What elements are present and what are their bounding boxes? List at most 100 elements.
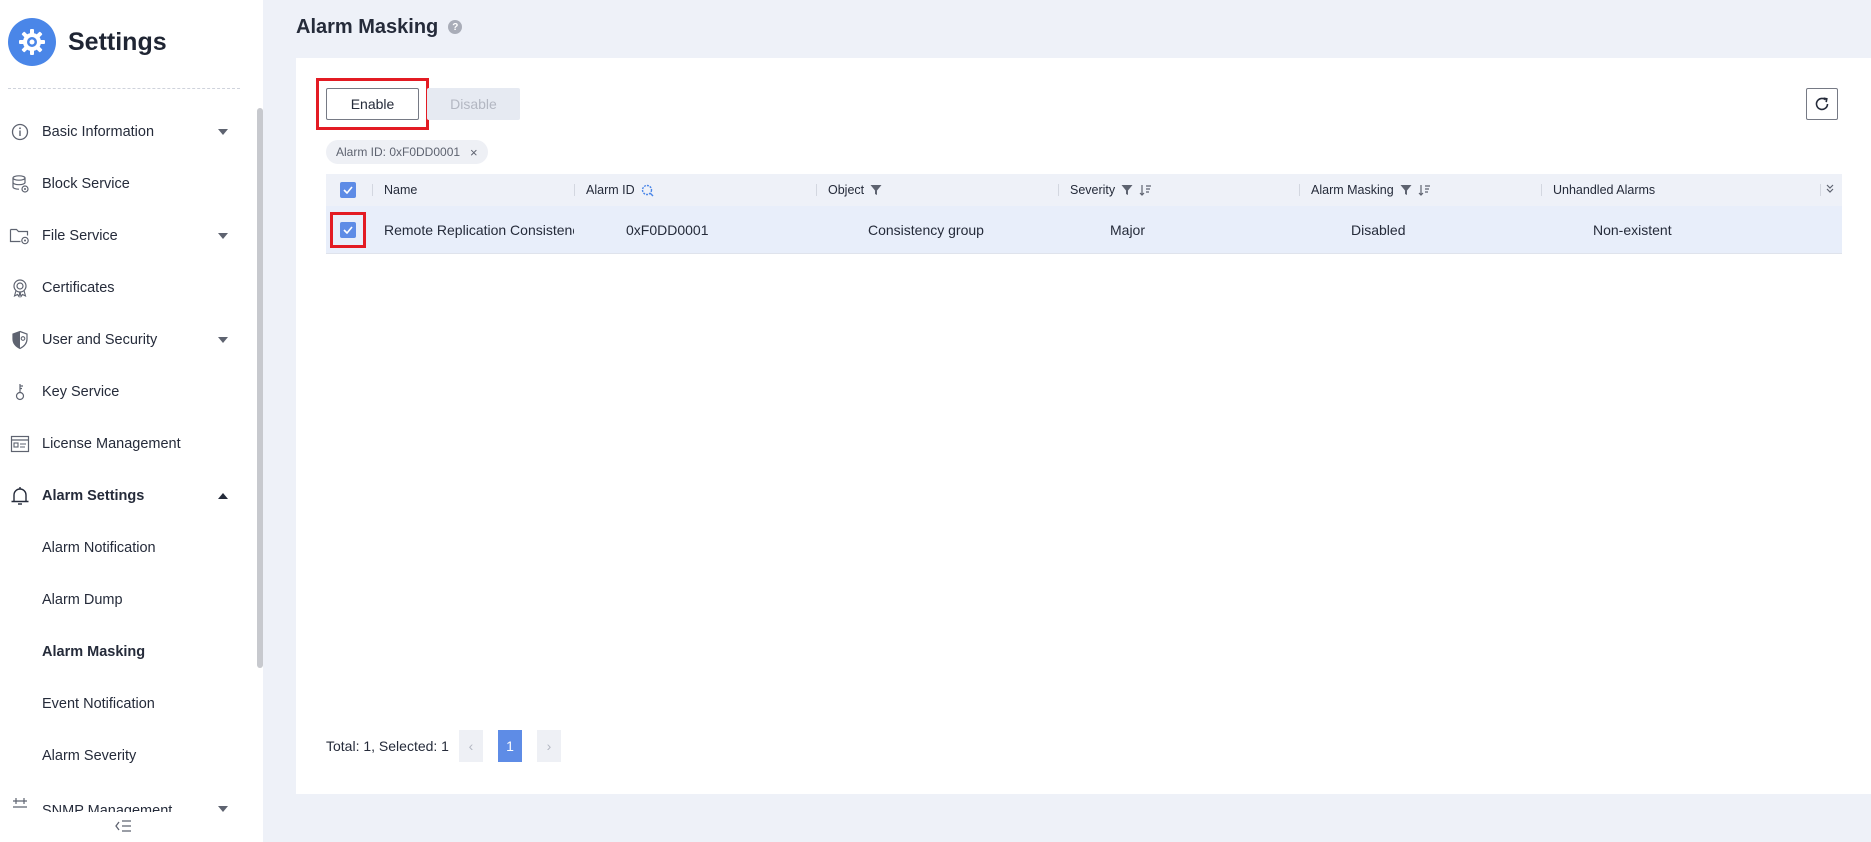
column-header-label: Alarm Masking xyxy=(1311,183,1394,197)
refresh-icon xyxy=(1815,97,1829,111)
column-header-severity[interactable]: Severity xyxy=(1070,174,1152,206)
sidebar-item-license-management[interactable]: License Management xyxy=(0,418,250,470)
alarm-masking-table: Name Alarm ID Object Severity Alarm Mask… xyxy=(326,174,1842,254)
column-header-name[interactable]: Name xyxy=(384,174,417,206)
row-checkbox[interactable] xyxy=(340,206,356,253)
sidebar-item-key-service[interactable]: Key Service xyxy=(0,366,250,418)
sort-icon[interactable] xyxy=(1139,184,1152,196)
key-icon xyxy=(9,381,31,403)
sidebar-item-label: Certificates xyxy=(42,280,115,296)
sidebar-item-label: Event Notification xyxy=(42,696,155,712)
sidebar-item-file-service[interactable]: File Service xyxy=(0,210,250,262)
page-title: Alarm Masking xyxy=(296,15,439,38)
sidebar-item-snmp-management[interactable]: SNMP Management xyxy=(0,782,250,812)
info-icon xyxy=(9,121,31,143)
cell-name: Remote Replication Consistency ... xyxy=(384,221,574,238)
shield-icon xyxy=(9,329,31,351)
sidebar-item-event-notification[interactable]: Event Notification xyxy=(0,678,250,730)
column-header-label: Object xyxy=(828,183,865,197)
table-header: Name Alarm ID Object Severity Alarm Mask… xyxy=(326,174,1842,206)
app-title: Settings xyxy=(68,27,167,56)
brand: Settings xyxy=(8,18,167,66)
column-divider xyxy=(372,184,373,196)
search-icon[interactable] xyxy=(641,184,654,197)
sidebar-item-label: Alarm Notification xyxy=(42,540,156,556)
cell-unhandled-alarms: Non-existent xyxy=(1593,221,1672,238)
column-divider[interactable] xyxy=(1820,184,1821,196)
cell-alarm-id: 0xF0DD0001 xyxy=(626,221,709,238)
page-number-button[interactable]: 1 xyxy=(497,730,522,762)
filter-icon[interactable] xyxy=(1400,184,1412,196)
column-divider[interactable] xyxy=(1058,184,1059,196)
sidebar-item-label: SNMP Management xyxy=(42,803,173,812)
license-icon xyxy=(9,433,31,455)
sidebar-nav: Basic Information Block Service File Ser… xyxy=(0,106,250,812)
block-storage-icon xyxy=(9,173,31,195)
sidebar-item-alarm-masking[interactable]: Alarm Masking xyxy=(0,626,250,678)
sidebar-item-label: Block Service xyxy=(42,176,130,192)
column-header-object[interactable]: Object xyxy=(828,174,882,206)
sidebar-item-label: Key Service xyxy=(42,384,120,400)
sidebar-item-alarm-dump[interactable]: Alarm Dump xyxy=(0,574,250,626)
next-page-button[interactable]: › xyxy=(536,730,561,762)
column-header-label: Severity xyxy=(1070,183,1116,197)
chevron-double-down-icon[interactable] xyxy=(1824,183,1836,195)
pagination: Total: 1, Selected: 1 ‹ 1 › xyxy=(326,730,561,762)
sidebar-item-label: Basic Information xyxy=(42,124,155,140)
sidebar-item-alarm-severity[interactable]: Alarm Severity xyxy=(0,730,250,782)
sidebar-item-label: File Service xyxy=(42,228,118,244)
column-header-alarm-id[interactable]: Alarm ID xyxy=(586,174,654,206)
chevron-down-icon xyxy=(218,129,228,135)
enable-button[interactable]: Enable xyxy=(326,88,419,120)
certificate-icon xyxy=(9,277,31,299)
cell-severity: Major xyxy=(1110,221,1146,238)
chevron-down-icon xyxy=(218,337,228,343)
column-divider[interactable] xyxy=(1299,184,1300,196)
bell-icon xyxy=(9,485,31,507)
cell-object: Consistency group xyxy=(868,221,984,238)
prev-page-button[interactable]: ‹ xyxy=(458,730,483,762)
column-divider[interactable] xyxy=(816,184,817,196)
close-icon[interactable]: × xyxy=(470,145,478,160)
chevron-down-icon xyxy=(218,806,228,812)
divider xyxy=(8,88,240,89)
pagination-summary: Total: 1, Selected: 1 xyxy=(326,738,449,754)
column-header-unhandled-alarms[interactable]: Unhandled Alarms xyxy=(1553,174,1655,206)
column-divider[interactable] xyxy=(574,184,575,196)
disable-button[interactable]: Disable xyxy=(427,88,520,120)
column-divider[interactable] xyxy=(1541,184,1542,196)
sidebar-item-label: User and Security xyxy=(42,332,158,348)
collapse-sidebar-icon[interactable] xyxy=(114,818,132,834)
filter-icon[interactable] xyxy=(1121,184,1133,196)
sidebar-item-label: Alarm Dump xyxy=(42,592,123,608)
sidebar-item-label: Alarm Severity xyxy=(42,748,137,764)
sidebar-item-alarm-settings[interactable]: Alarm Settings xyxy=(0,470,250,522)
chevron-up-icon xyxy=(218,493,228,499)
sidebar-item-basic-information[interactable]: Basic Information xyxy=(0,106,250,158)
sidebar-item-certificates[interactable]: Certificates xyxy=(0,262,250,314)
folder-icon xyxy=(9,225,31,247)
sidebar-item-user-and-security[interactable]: User and Security xyxy=(0,314,250,366)
chevron-down-icon xyxy=(218,233,228,239)
filter-tag-label: Alarm ID: 0xF0DD0001 xyxy=(336,145,461,159)
main-panel: Enable Disable Alarm ID: 0xF0DD0001 × Na… xyxy=(296,58,1871,794)
column-header-label: Alarm ID xyxy=(586,183,635,197)
filter-icon[interactable] xyxy=(870,184,882,196)
refresh-button[interactable] xyxy=(1806,88,1838,120)
sidebar-scrollbar[interactable] xyxy=(257,108,263,668)
cell-alarm-masking: Disabled xyxy=(1351,221,1406,238)
select-all-checkbox[interactable] xyxy=(340,174,356,206)
sidebar-item-label: Alarm Settings xyxy=(42,488,145,504)
snmp-icon xyxy=(9,794,31,812)
sidebar-item-alarm-notification[interactable]: Alarm Notification xyxy=(0,522,250,574)
sidebar-item-block-service[interactable]: Block Service xyxy=(0,158,250,210)
page-header: Alarm Masking ? xyxy=(296,14,463,40)
sort-icon[interactable] xyxy=(1418,184,1431,196)
table-row[interactable]: Remote Replication Consistency ... 0xF0D… xyxy=(326,206,1842,254)
sidebar-item-label: Alarm Masking xyxy=(42,644,146,660)
column-header-alarm-masking[interactable]: Alarm Masking xyxy=(1311,174,1431,206)
help-icon[interactable]: ? xyxy=(448,20,463,34)
settings-gear-icon xyxy=(8,18,56,66)
sidebar: Settings Basic Information Block Service… xyxy=(0,0,263,842)
filter-tag: Alarm ID: 0xF0DD0001 × xyxy=(326,140,488,164)
